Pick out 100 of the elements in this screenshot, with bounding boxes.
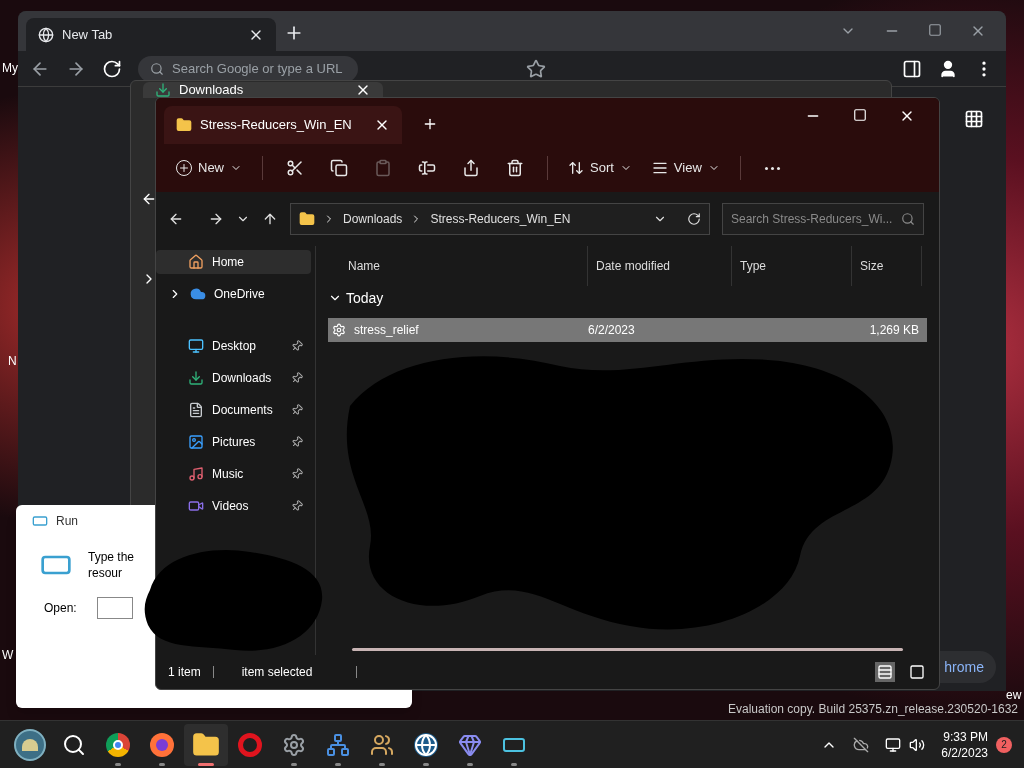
music-icon (188, 466, 204, 482)
delete-icon (506, 159, 524, 177)
folder-icon (176, 117, 192, 133)
paste-icon (374, 159, 392, 177)
network-icon[interactable] (885, 736, 902, 753)
sidebar-item[interactable]: Pictures (156, 430, 311, 454)
new-button[interactable]: New (168, 152, 250, 184)
network-icon (326, 732, 350, 757)
sidebar-item[interactable]: OneDrive (156, 282, 311, 306)
notification-badge[interactable]: 2 (996, 736, 1012, 753)
dialog-title: Run (56, 513, 78, 530)
file-size: 1,269 KB (868, 322, 920, 339)
clock-time[interactable]: 9:33 PM (943, 728, 988, 745)
view-button[interactable]: View (643, 152, 728, 184)
forward-icon[interactable] (208, 211, 224, 227)
document-icon (188, 402, 204, 418)
start-icon (14, 728, 46, 761)
breadcrumb-item[interactable]: Stress-Reducers_Win_EN (430, 210, 571, 228)
folder-icon (299, 211, 315, 227)
monitor-icon (188, 338, 204, 354)
tab-title: Downloads (179, 81, 245, 100)
copy-icon (330, 159, 348, 177)
tiles-icon (909, 664, 925, 680)
address-bar[interactable]: Search Google or type a URL (138, 55, 358, 82)
column-header[interactable]: Name (328, 246, 588, 286)
more-icon (765, 166, 781, 170)
picture-icon (188, 434, 204, 450)
lines-icon (651, 160, 668, 176)
sidebar-item[interactable]: Music (156, 462, 311, 486)
sidebar-item[interactable]: Home (156, 250, 311, 274)
new-tab-icon[interactable] (422, 116, 438, 132)
status-text: item selected (241, 664, 313, 681)
explorer-tab[interactable]: Stress-Reducers_Win_EN (164, 106, 402, 144)
column-header[interactable]: Size (852, 246, 922, 286)
column-header[interactable]: Type (732, 246, 852, 286)
prompt-text: resour (88, 565, 123, 581)
sidebar-item[interactable]: Videos (156, 494, 311, 518)
cut-icon (286, 159, 304, 177)
apps-icon[interactable] (964, 109, 984, 129)
settings-icon (282, 732, 306, 757)
cloud-off-icon[interactable] (853, 736, 870, 753)
home-icon (188, 254, 204, 270)
desktop-label: ew (1006, 687, 1022, 704)
taskbar-app[interactable] (184, 723, 228, 766)
downloads-tab[interactable]: Downloads (143, 82, 383, 98)
firefox-icon (150, 732, 174, 757)
gear-icon (332, 323, 346, 337)
open-field[interactable] (96, 597, 133, 619)
column-header[interactable]: Date modified (588, 246, 732, 286)
desktop-label: My (2, 60, 18, 77)
search-icon (62, 732, 86, 757)
people-icon (370, 732, 394, 757)
rename-icon (418, 159, 436, 177)
tiles-view-button[interactable] (907, 662, 927, 682)
details-icon (877, 664, 893, 680)
desktop-label: W (2, 647, 14, 664)
share-icon (462, 159, 480, 177)
sort-icon (568, 160, 584, 176)
breadcrumb-item[interactable]: Downloads (343, 210, 403, 228)
folder-icon (192, 730, 220, 759)
file-row[interactable]: stress_relief 6/2/2023 1,269 KB (328, 318, 927, 342)
tab-title: Stress-Reducers_Win_EN (200, 116, 353, 135)
video-icon (188, 498, 204, 514)
search-icon (901, 212, 915, 226)
reload-icon[interactable] (102, 58, 122, 79)
group-header[interactable]: Today (346, 287, 384, 309)
back-icon[interactable] (168, 211, 184, 227)
file-name: stress_relief (354, 322, 419, 339)
address-bar[interactable]: Downloads Stress-Reducers_Win_EN (290, 203, 710, 235)
volume-icon[interactable] (909, 736, 926, 753)
download-icon (188, 370, 204, 386)
globe-icon (38, 26, 54, 43)
chrome-icon (106, 732, 130, 757)
sidebar-item[interactable]: Documents (156, 398, 311, 422)
back-icon[interactable] (141, 191, 157, 207)
cloud-icon (190, 286, 206, 302)
run-icon (32, 513, 48, 529)
sidebar-item[interactable]: Desktop (156, 334, 311, 358)
search-icon (150, 61, 164, 76)
download-icon (155, 82, 171, 98)
status-text: 1 item (168, 664, 201, 681)
crystal-icon (458, 732, 482, 757)
opera-icon (238, 732, 262, 757)
refresh-icon[interactable] (687, 212, 701, 226)
details-view-button[interactable] (875, 662, 895, 682)
customize-chrome-button[interactable]: hrome (940, 651, 996, 683)
profile-icon[interactable] (938, 58, 958, 79)
up-icon[interactable] (262, 211, 278, 227)
sidebar-item[interactable]: Downloads (156, 366, 311, 390)
bookmark-icon[interactable] (526, 58, 546, 79)
open-label: Open: (44, 600, 77, 617)
file-date: 6/2/2023 (588, 322, 636, 339)
clock-date[interactable]: 6/2/2023 (941, 744, 988, 761)
tab-title: New Tab (62, 25, 114, 44)
prompt-text: Type the (88, 549, 135, 565)
sort-button[interactable]: Sort (560, 152, 640, 184)
side-panel-icon[interactable] (902, 58, 922, 79)
desktop-label: N (8, 353, 17, 370)
search-field[interactable]: Search Stress-Reducers_Wi... (722, 203, 924, 235)
browser-tab[interactable]: New Tab (26, 18, 276, 51)
